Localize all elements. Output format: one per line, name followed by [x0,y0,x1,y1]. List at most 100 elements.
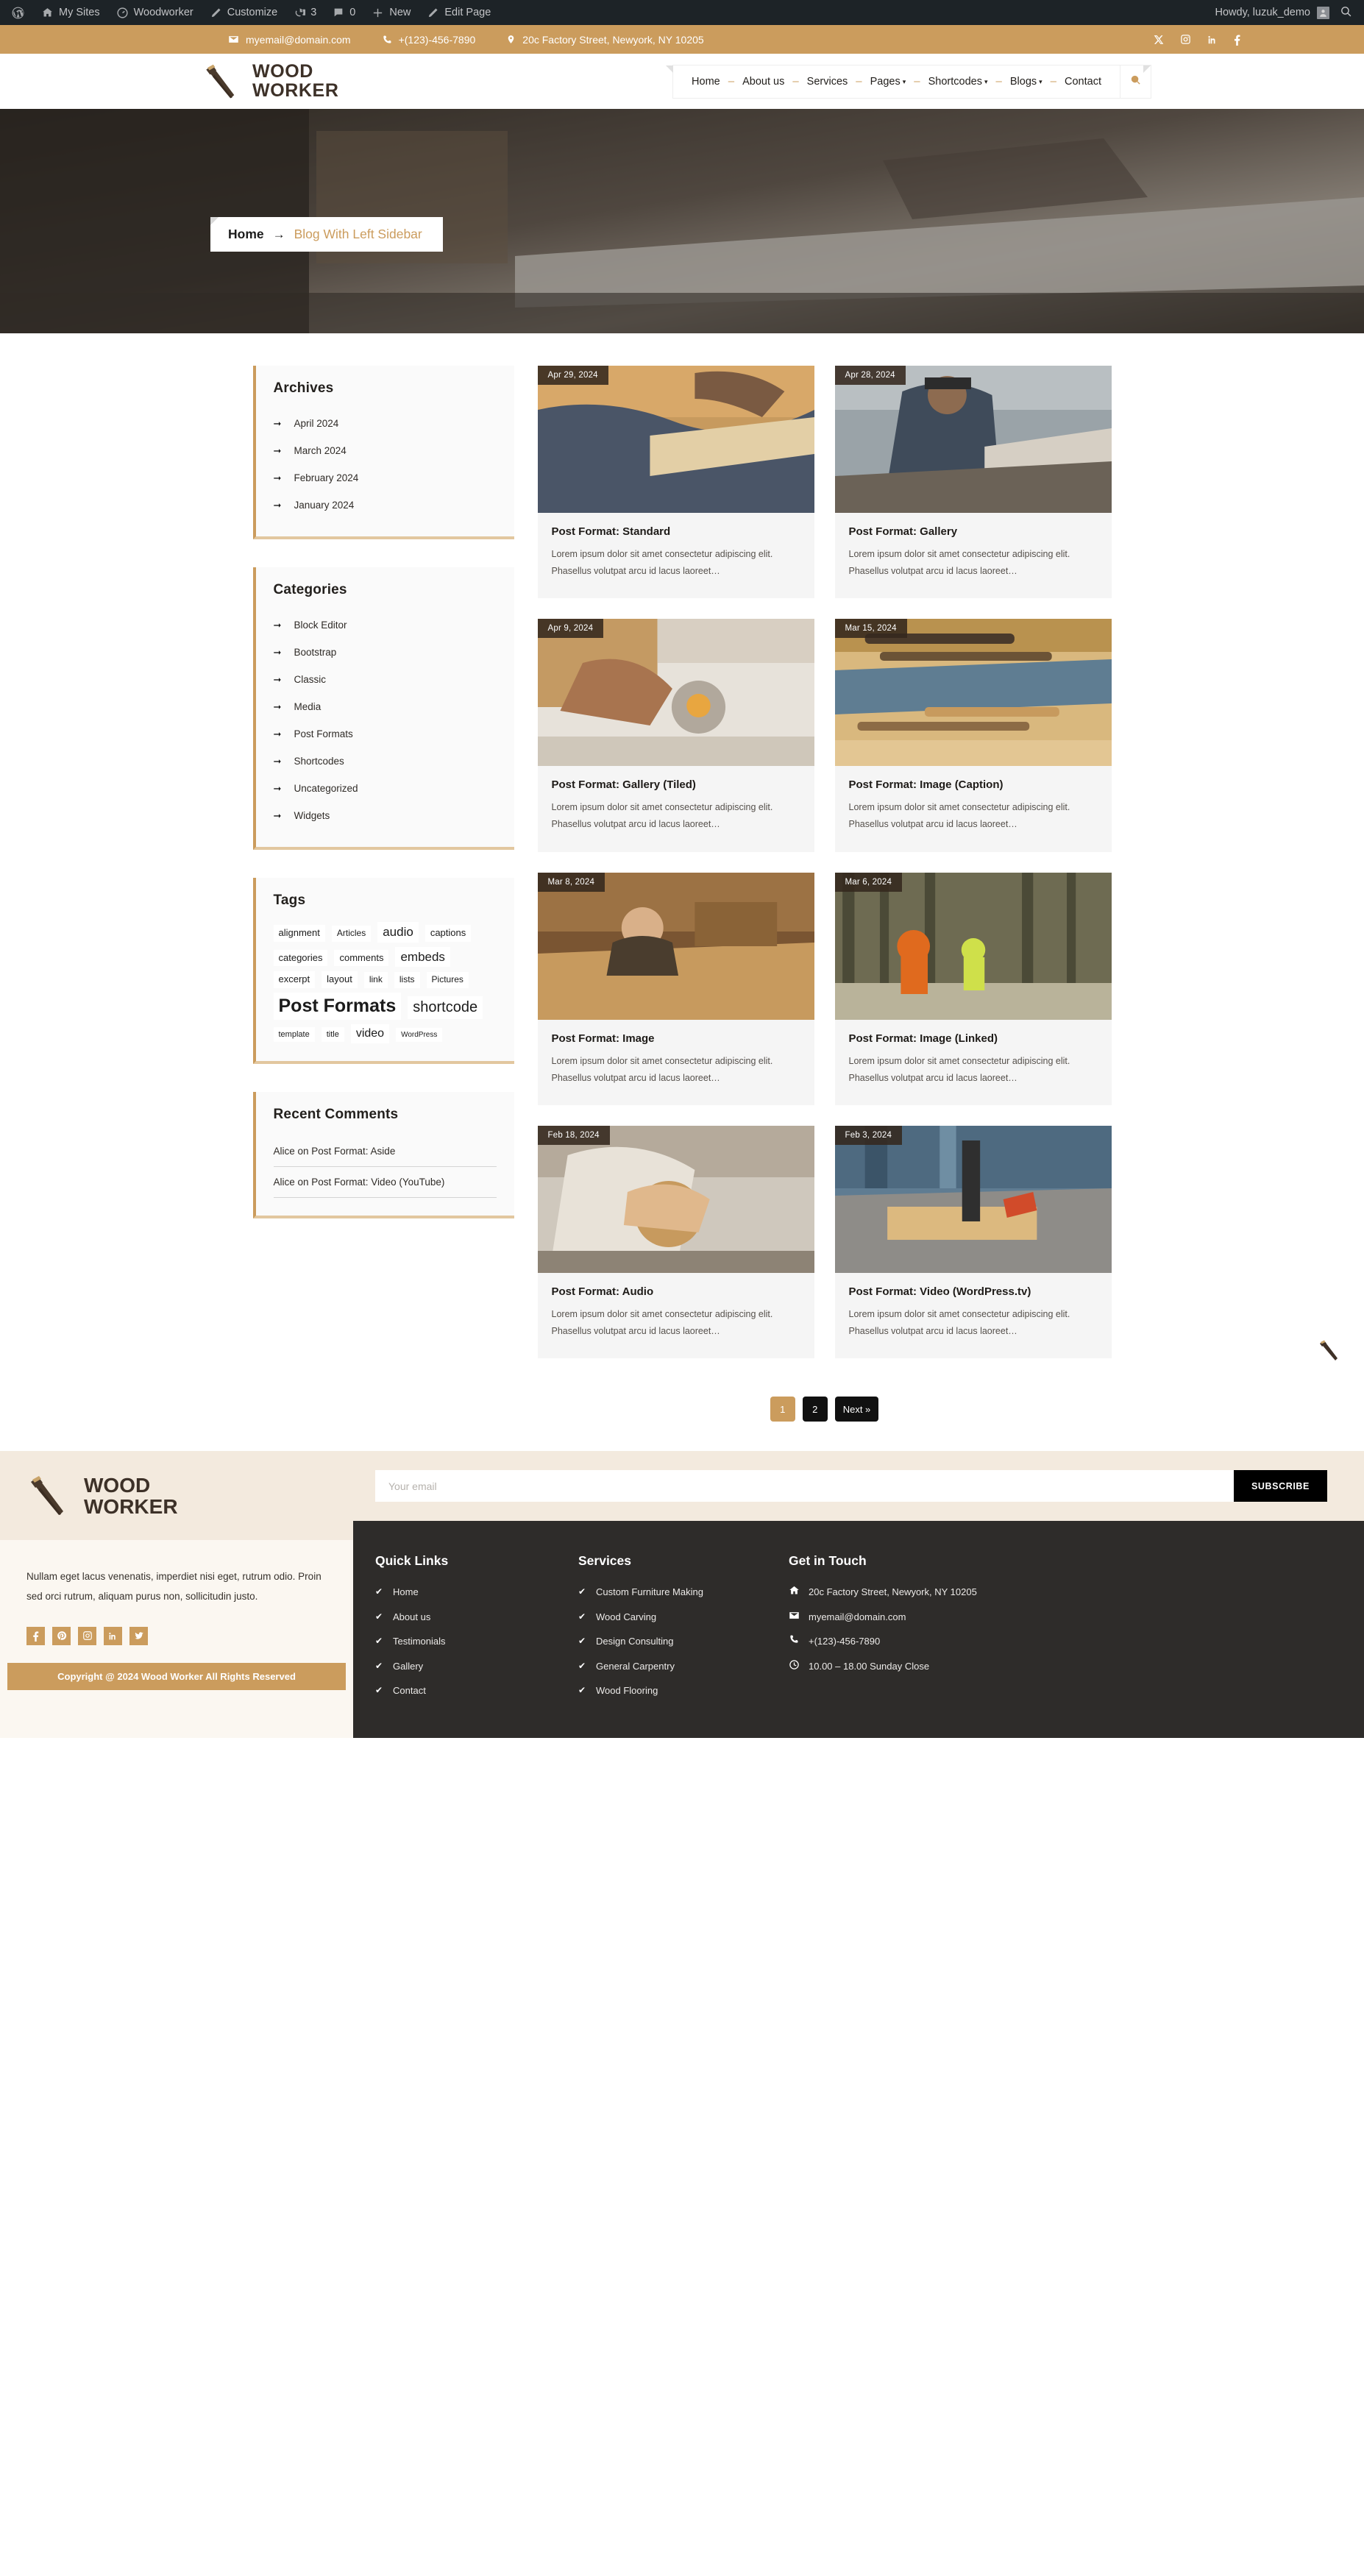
instagram-icon[interactable] [1180,34,1191,45]
topbar-phone[interactable]: +(123)-456-7890 [382,34,475,46]
list-item[interactable]: ✔ Testimonials [375,1634,544,1649]
recent-comment-link-aside[interactable]: Alice on Post Format: Aside [274,1136,497,1166]
category-link-uncategorized[interactable]: ➞ Uncategorized [274,775,497,802]
list-item[interactable]: ✔ Design Consulting [578,1634,755,1649]
nav-link-contact[interactable]: Contact [1056,76,1109,88]
linkedin-icon[interactable] [104,1626,122,1645]
topbar-email[interactable]: myemail@domain.com [228,34,351,46]
breadcrumb-home-link[interactable]: Home [228,227,264,242]
admin-bar-item-woodworker[interactable]: Woodworker [108,0,202,25]
pinterest-icon[interactable] [52,1626,71,1645]
post-card[interactable]: Apr 28, 2024 Post Format: Gallery Lorem … [834,366,1112,599]
list-item[interactable]: ✔ Wood Flooring [578,1683,755,1698]
nav-link-blogs[interactable]: Blogs ▾ [1002,76,1051,88]
footer-link-home[interactable]: ✔ Home [375,1585,544,1600]
post-card[interactable]: Feb 18, 2024 Post Format: Audio Lorem ip… [537,1125,814,1358]
post-title[interactable]: Post Format: Standard [552,525,800,538]
category-link-post-formats[interactable]: ➞ Post Formats [274,720,497,748]
nav-item-services[interactable]: Services [799,76,856,88]
site-logo-link[interactable]: WOOD WORKER [202,62,338,100]
post-thumbnail[interactable]: Apr 9, 2024 [537,619,814,767]
admin-bar-item-edit-page[interactable]: Edit Page [419,0,499,25]
admin-bar-item-customize[interactable]: Customize [202,0,286,25]
post-title[interactable]: Post Format: Image [552,1032,800,1045]
nav-link-shortcodes[interactable]: Shortcodes ▾ [920,76,996,88]
facebook-icon[interactable] [26,1626,45,1645]
list-item[interactable]: myemail@domain.com [789,1610,1327,1625]
archive-link-april-2024[interactable]: ➞ April 2024 [274,410,497,437]
post-card[interactable]: Mar 15, 2024 Post Format: Image (Caption… [834,619,1112,852]
wordpress-logo-menu[interactable] [3,0,33,25]
nav-link-pages[interactable]: Pages ▾ [862,76,914,88]
post-title[interactable]: Post Format: Gallery [849,525,1098,538]
list-item[interactable]: ➞ Widgets [274,802,497,829]
archive-link-february-2024[interactable]: ➞ February 2024 [274,464,497,492]
category-link-widgets[interactable]: ➞ Widgets [274,802,497,829]
admin-bar-howdy[interactable]: Howdy, luzuk_demo [1215,6,1336,19]
post-thumbnail[interactable]: Apr 28, 2024 [834,366,1112,513]
footer-service-wood-carving[interactable]: ✔ Wood Carving [578,1610,755,1625]
recent-comment-link-video-youtube[interactable]: Alice on Post Format: Video (YouTube) [274,1167,497,1197]
list-item[interactable]: ➞ January 2024 [274,492,497,519]
newsletter-email-input[interactable] [375,1470,1234,1502]
post-card[interactable]: Feb 3, 2024 Post Format: Video (WordPres… [834,1125,1112,1358]
category-link-shortcodes[interactable]: ➞ Shortcodes [274,748,497,775]
post-thumbnail[interactable]: Mar 6, 2024 [834,872,1112,1020]
tag-link-embeds[interactable]: embeds [395,946,450,968]
list-item[interactable]: ➞ Uncategorized [274,775,497,802]
admin-bar-item-new[interactable]: New [363,0,419,25]
instagram-icon[interactable] [78,1626,96,1645]
post-thumbnail[interactable]: Mar 8, 2024 [537,872,814,1020]
post-thumbnail[interactable]: Feb 18, 2024 [537,1125,814,1273]
twitter-icon[interactable] [129,1626,148,1645]
subscribe-button[interactable]: SUBSCRIBE [1233,1470,1327,1502]
tag-link-excerpt[interactable]: excerpt [273,971,316,989]
footer-service-general-carpentry[interactable]: ✔ General Carpentry [578,1659,755,1674]
tag-link-lists[interactable]: lists [394,972,420,988]
x-icon[interactable] [1154,35,1164,45]
post-title[interactable]: Post Format: Video (WordPress.tv) [849,1285,1098,1298]
tag-link-categories[interactable]: categories [273,949,328,967]
tag-link-link[interactable]: link [363,972,388,988]
post-title[interactable]: Post Format: Audio [552,1285,800,1298]
nav-item-pages[interactable]: Pages ▾ [862,76,914,88]
nav-item-contact[interactable]: Contact [1056,76,1109,88]
footer-contact-email[interactable]: myemail@domain.com [789,1610,1327,1625]
post-thumbnail[interactable]: Apr 29, 2024 [537,366,814,513]
admin-bar-item-my-sites[interactable]: My Sites [33,0,108,25]
list-item[interactable]: ➞ Shortcodes [274,748,497,775]
category-link-bootstrap[interactable]: ➞ Bootstrap [274,639,497,666]
list-item[interactable]: ✔ General Carpentry [578,1659,755,1674]
footer-link-about-us[interactable]: ✔ About us [375,1610,544,1625]
nav-item-about-us[interactable]: About us [734,76,792,88]
post-card[interactable]: Apr 29, 2024 Post Format: Standard Lorem… [537,366,814,599]
list-item[interactable]: ✔ About us [375,1610,544,1625]
list-item[interactable]: ✔ Gallery [375,1659,544,1674]
list-item[interactable]: Alice on Post Format: Aside [273,1136,497,1168]
nav-item-blogs[interactable]: Blogs ▾ [1002,76,1051,88]
admin-bar-search-button[interactable] [1335,5,1361,21]
list-item[interactable]: ✔ Wood Carving [578,1610,755,1625]
post-title[interactable]: Post Format: Image (Linked) [849,1032,1098,1045]
list-item[interactable]: ➞ April 2024 [274,410,497,437]
list-item[interactable]: ➞ March 2024 [274,437,497,464]
list-item[interactable]: ✔ Home [375,1585,544,1600]
admin-bar-item-comments[interactable]: 0 [324,0,363,25]
tag-link-comments[interactable]: comments [334,949,389,967]
tag-link-shortcode[interactable]: shortcode [408,996,483,1020]
list-item[interactable]: ➞ Block Editor [274,611,497,639]
header-search-button[interactable] [1120,65,1151,98]
nav-item-home[interactable]: Home [683,76,728,88]
facebook-icon[interactable] [1234,34,1240,46]
list-item[interactable]: ✔ Contact [375,1683,544,1698]
category-link-media[interactable]: ➞ Media [274,693,497,720]
list-item[interactable]: ➞ February 2024 [274,464,497,492]
tag-link-audio[interactable]: audio [377,922,419,943]
footer-link-gallery[interactable]: ✔ Gallery [375,1659,544,1674]
post-title[interactable]: Post Format: Image (Caption) [849,778,1098,791]
list-item[interactable]: ➞ Bootstrap [274,639,497,666]
post-thumbnail[interactable]: Feb 3, 2024 [834,1125,1112,1273]
list-item[interactable]: Alice on Post Format: Video (YouTube) [273,1167,497,1199]
tag-link-captions[interactable]: captions [425,925,472,942]
nav-item-shortcodes[interactable]: Shortcodes ▾ [920,76,996,88]
